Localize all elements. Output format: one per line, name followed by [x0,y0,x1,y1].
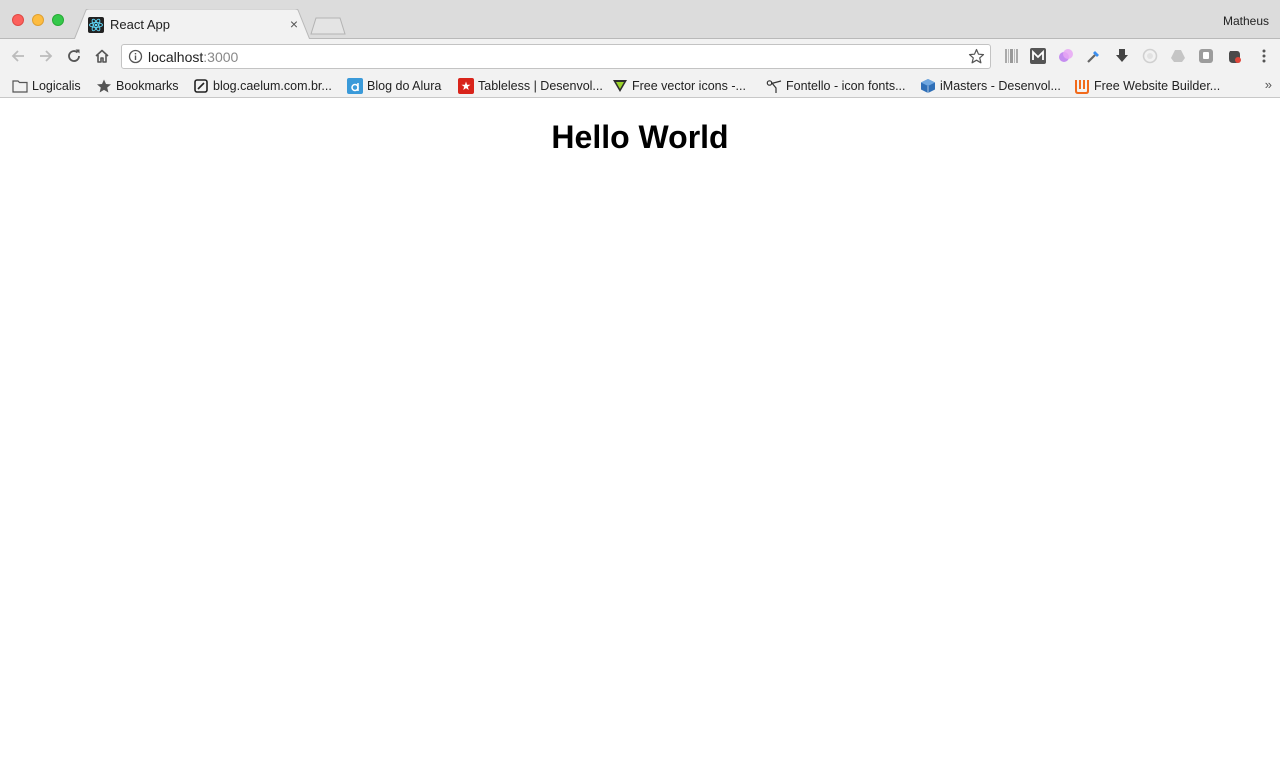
tableless-icon [458,77,474,94]
home-icon [95,49,109,63]
extension-barcode-icon[interactable] [1003,48,1019,64]
bookmark-item[interactable]: Free Website Builder... [1074,77,1220,94]
browser-toolbar: localhost:3000 [0,39,1280,73]
bookmark-item[interactable]: Blog do Alura [347,77,441,94]
window-maximize-button[interactable] [52,14,64,26]
bookmark-label: Tableless | Desenvol... [478,78,603,93]
star-icon [97,79,111,92]
forward-arrow-icon [40,50,53,62]
info-icon[interactable] [128,49,143,64]
folder-icon [12,79,28,93]
forward-button[interactable] [37,47,55,65]
bookmark-star-icon[interactable] [968,48,985,65]
bookmark-label: Free vector icons -... [632,78,746,93]
address-bar[interactable]: localhost:3000 [121,44,991,69]
window-close-button[interactable] [12,14,24,26]
extension-circle-icon[interactable] [1142,48,1158,64]
extension-shield-icon[interactable] [1198,48,1214,64]
tab-close-icon[interactable]: × [286,16,302,32]
caelum-icon [194,78,208,93]
url-port: :3000 [203,49,239,65]
profile-name[interactable]: Matheus [1223,14,1269,28]
extension-drive-icon[interactable] [1170,48,1186,64]
bookmark-label: Logicalis [32,78,81,93]
back-arrow-icon [11,50,24,62]
bookmark-label: Fontello - icon fonts... [786,78,906,93]
extension-evernote-icon[interactable] [1226,48,1242,64]
alura-icon [347,77,363,94]
extension-brush-icon[interactable] [1058,48,1074,64]
freepik-icon [613,79,627,92]
bookmark-label: blog.caelum.com.br... [213,78,332,93]
url-text[interactable]: localhost:3000 [148,49,238,65]
bookmark-item[interactable]: Free vector icons -... [612,77,746,94]
home-button[interactable] [93,47,111,65]
back-button[interactable] [9,47,27,65]
imasters-icon [921,78,935,93]
page-heading: Hello World [551,119,729,155]
tab-title: React App [110,17,170,32]
reload-button[interactable] [65,47,83,65]
bookmark-label: Blog do Alura [367,78,442,93]
bookmark-item[interactable]: iMasters - Desenvol... [920,77,1061,94]
url-host: localhost [148,49,204,65]
bookmark-item[interactable]: Bookmarks [96,77,179,94]
bookmark-item[interactable]: Tableless | Desenvol... [458,77,603,94]
title-bar: React App × Matheus [0,0,1280,40]
bookmark-item[interactable]: blog.caelum.com.br... [193,77,332,94]
bookmark-label: Bookmarks [116,78,179,93]
new-tab-button[interactable] [310,17,346,35]
window-minimize-button[interactable] [32,14,44,26]
menu-kebab-icon[interactable] [1256,48,1272,64]
bookmark-label: Free Website Builder... [1094,78,1221,93]
active-tab[interactable]: React App × [74,9,310,40]
extension-eyedropper-icon[interactable] [1086,48,1102,64]
page-viewport: Hello World [0,99,1280,779]
react-icon [88,17,104,33]
bookmarks-bar: Logicalis Bookmarks blog.caelum.com.br..… [0,73,1280,98]
bookmark-label: iMasters - Desenvol... [940,78,1061,93]
bookmark-item[interactable]: Fontello - icon fonts... [766,77,906,94]
extension-download-icon[interactable] [1114,48,1130,64]
extension-m-icon[interactable] [1030,48,1046,64]
wix-icon [1075,79,1089,94]
bookmark-item[interactable]: Logicalis [12,77,81,94]
scissors-icon [766,79,782,93]
bookmarks-overflow-button[interactable]: » [1265,77,1272,92]
reload-icon [68,49,80,62]
